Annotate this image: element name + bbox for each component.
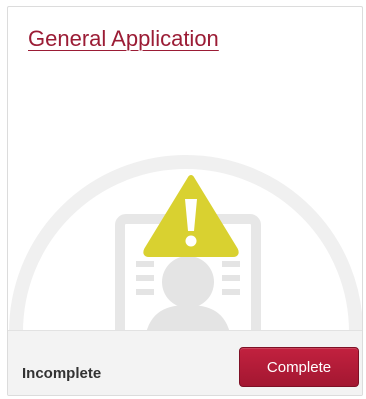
status-label: Incomplete — [22, 365, 102, 382]
application-card: General Application Incomplete Complete — [7, 6, 363, 396]
card-footer: Incomplete Complete — [8, 330, 362, 395]
complete-button[interactable]: Complete — [239, 347, 359, 387]
illustration — [9, 155, 362, 337]
application-title-link[interactable]: General Application — [28, 26, 219, 52]
